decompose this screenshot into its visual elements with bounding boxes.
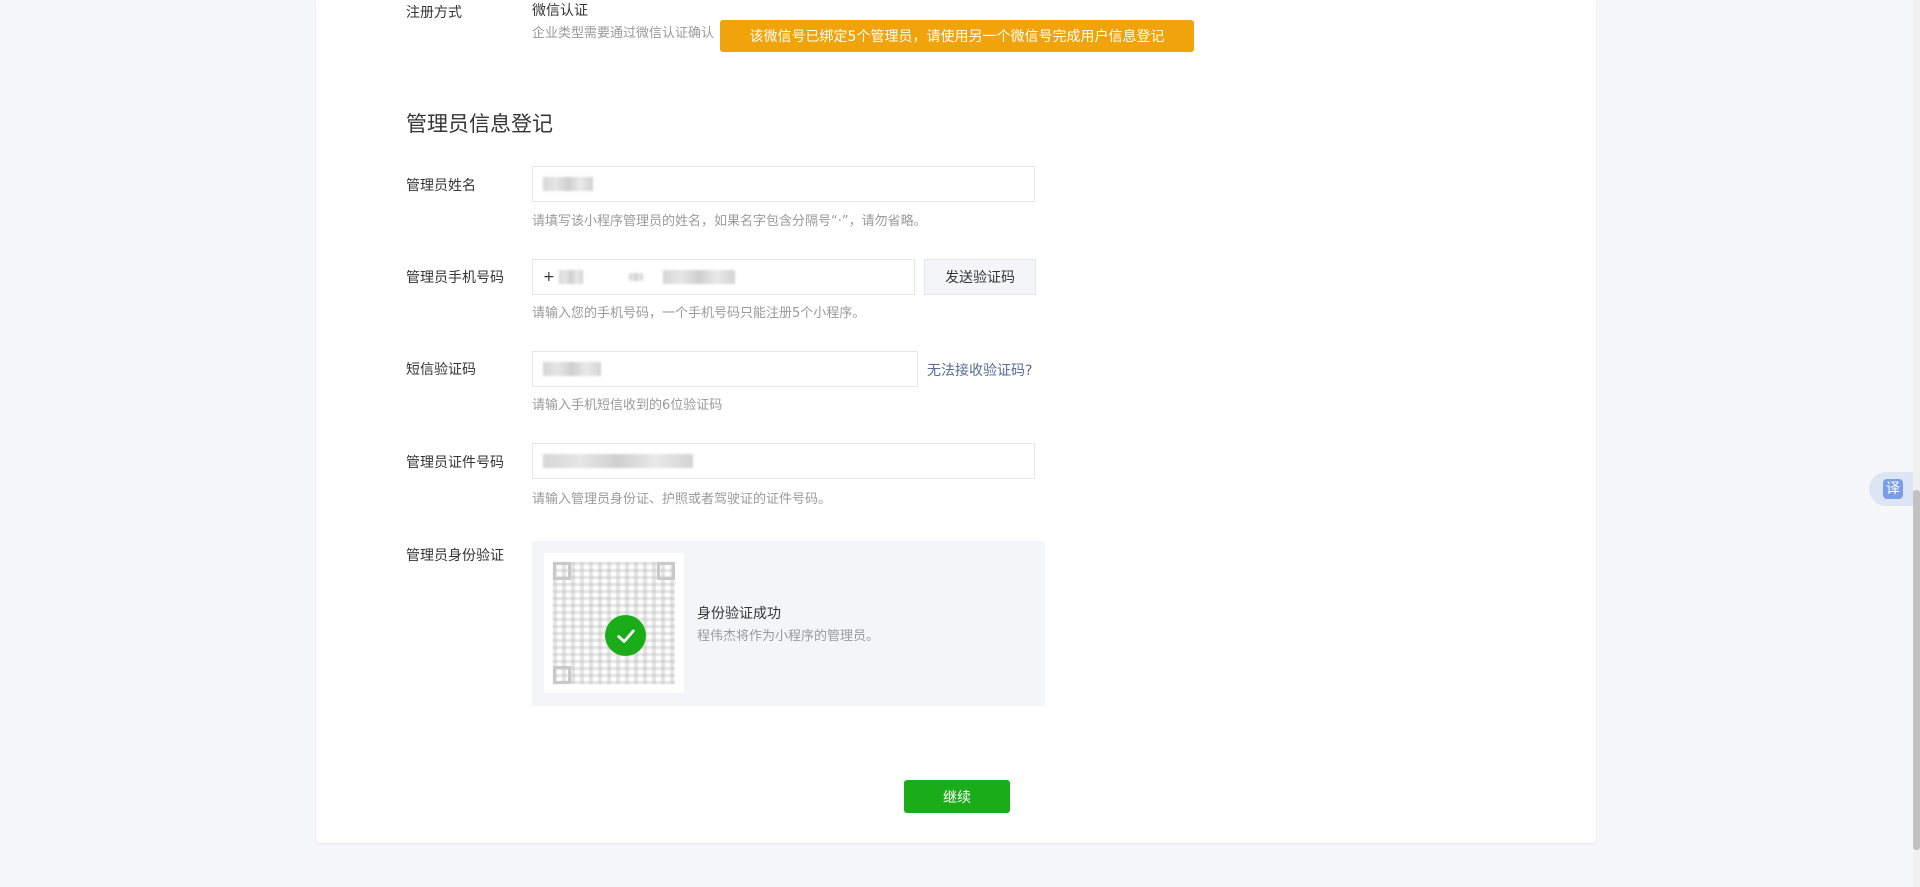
sms-code-input[interactable] <box>532 351 918 387</box>
id-hint: 请输入管理员身份证、护照或者驾驶证的证件号码。 <box>532 492 832 507</box>
qr-code <box>544 553 684 693</box>
success-check-icon <box>605 615 646 656</box>
warning-toast-text: 该微信号已绑定5个管理员，请使用另一个微信号完成用户信息登记 <box>749 29 1165 45</box>
name-hint: 请填写该小程序管理员的姓名，如果名字包含分隔号“·”，请勿省略。 <box>532 214 927 229</box>
phone-value-masked-a <box>558 270 583 284</box>
phone-input[interactable]: + <box>532 259 915 295</box>
scrollbar-thumb[interactable] <box>1913 490 1920 850</box>
id-label: 管理员证件号码 <box>406 455 504 471</box>
verify-success-desc: 程伟杰将作为小程序的管理员。 <box>697 629 880 644</box>
translate-icon: 译 <box>1883 479 1903 499</box>
phone-prefix: + <box>543 269 555 285</box>
name-label: 管理员姓名 <box>406 178 476 194</box>
sms-hint: 请输入手机短信收到的6位验证码 <box>532 398 723 413</box>
verify-success-title: 身份验证成功 <box>697 606 781 622</box>
qr-finder-top-right <box>657 562 675 580</box>
verify-panel: 身份验证成功 程伟杰将作为小程序的管理员。 <box>532 541 1045 706</box>
phone-hint: 请输入您的手机号码，一个手机号码只能注册5个小程序。 <box>532 306 866 321</box>
id-number-input[interactable] <box>532 443 1035 479</box>
qr-finder-top-left <box>553 562 571 580</box>
cannot-receive-code-link[interactable]: 无法接收验证码? <box>927 360 1032 380</box>
name-value-masked <box>543 177 593 191</box>
phone-label: 管理员手机号码 <box>406 270 504 286</box>
registration-label: 注册方式 <box>406 5 462 21</box>
continue-button[interactable]: 继续 <box>904 780 1010 813</box>
warning-toast: 该微信号已绑定5个管理员，请使用另一个微信号完成用户信息登记 <box>720 20 1194 52</box>
sms-label: 短信验证码 <box>406 362 476 378</box>
phone-value-masked-b <box>628 273 643 281</box>
name-input[interactable] <box>532 166 1035 202</box>
section-title: 管理员信息登记 <box>406 112 553 136</box>
verify-label: 管理员身份验证 <box>406 548 504 564</box>
id-value-masked <box>543 454 693 468</box>
registration-value: 微信认证 <box>532 3 588 19</box>
phone-value-masked-c <box>662 270 735 284</box>
qr-finder-bottom-left <box>553 666 571 684</box>
registration-hint: 企业类型需要通过微信认证确认 <box>532 26 715 41</box>
send-code-button[interactable]: 发送验证码 <box>924 259 1036 295</box>
sms-value-masked <box>543 362 601 376</box>
